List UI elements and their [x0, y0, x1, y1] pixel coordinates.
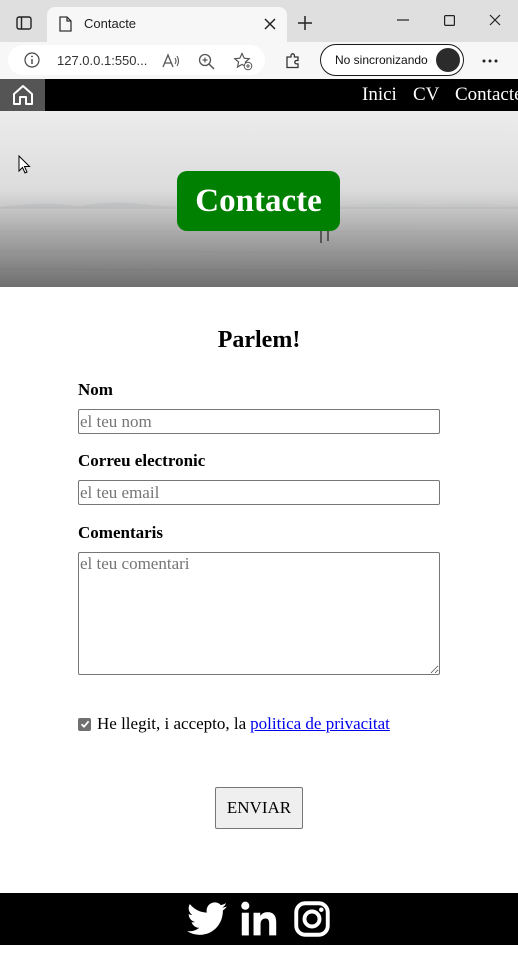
consent-checkbox[interactable]: [78, 717, 91, 731]
privacy-policy-link[interactable]: politica de privacitat: [250, 714, 390, 734]
zoom-icon[interactable]: [196, 51, 216, 71]
tab-actions-icon: [16, 16, 32, 30]
maximize-icon[interactable]: [429, 6, 469, 34]
favorite-add-icon[interactable]: [233, 51, 253, 71]
consent-text: He llegit, i accepto, la: [97, 714, 247, 733]
hero-banner: Contacte: [0, 111, 518, 287]
linkedin-link[interactable]: [235, 897, 283, 941]
hero-title: Contacte: [177, 171, 340, 231]
read-aloud-icon[interactable]: [161, 51, 181, 71]
comments-label: Comentaris: [78, 523, 163, 542]
extensions-puzzle-icon[interactable]: [282, 50, 304, 72]
close-window-icon[interactable]: [475, 6, 515, 34]
email-input[interactable]: [78, 480, 440, 505]
profile-sync-button[interactable]: No sincronizando: [320, 44, 464, 76]
email-label: Correu electronic: [78, 451, 206, 470]
linkedin-icon: [241, 901, 277, 936]
page-icon: [59, 16, 72, 37]
browser-tab-strip: Contacte: [0, 0, 518, 42]
footer: [0, 893, 518, 945]
checkmark-icon: [80, 720, 89, 729]
address-bar[interactable]: 127.0.0.1:550...: [8, 45, 265, 75]
tab-actions-button[interactable]: [8, 9, 40, 37]
form-heading: Parlem!: [217, 327, 301, 353]
name-label: Nom: [78, 380, 113, 399]
site-nav: Inici CV Contacte: [0, 79, 518, 111]
profile-avatar: [436, 48, 460, 72]
sync-status-label: No sincronizando: [335, 53, 428, 67]
instagram-icon: [294, 901, 330, 937]
home-link[interactable]: [0, 79, 45, 111]
consent-row: He llegit, i accepto, la politica de pri…: [78, 714, 390, 734]
nav-link-cv[interactable]: CV: [413, 84, 439, 106]
tab-title: Contacte: [84, 16, 137, 31]
mouse-cursor-icon: [18, 155, 31, 174]
url-text[interactable]: 127.0.0.1:550...: [57, 53, 147, 68]
site-info-icon[interactable]: [24, 52, 40, 73]
twitter-link[interactable]: [183, 897, 231, 941]
comments-textarea[interactable]: [78, 552, 440, 675]
nav-link-contacte[interactable]: Contacte: [455, 84, 518, 106]
minimize-icon[interactable]: [383, 6, 423, 34]
nav-link-inici[interactable]: Inici: [362, 84, 397, 106]
more-options-icon[interactable]: [478, 50, 502, 72]
browser-toolbar: 127.0.0.1:550... No sincronizando: [0, 42, 518, 79]
submit-button[interactable]: ENVIAR: [215, 787, 303, 829]
tab-close-icon[interactable]: [261, 15, 279, 33]
name-input[interactable]: [78, 409, 440, 434]
home-icon: [12, 85, 33, 105]
browser-tab-active[interactable]: Contacte: [47, 7, 287, 42]
twitter-icon: [187, 902, 227, 935]
new-tab-plus-icon[interactable]: [292, 10, 318, 36]
instagram-link[interactable]: [288, 897, 336, 941]
